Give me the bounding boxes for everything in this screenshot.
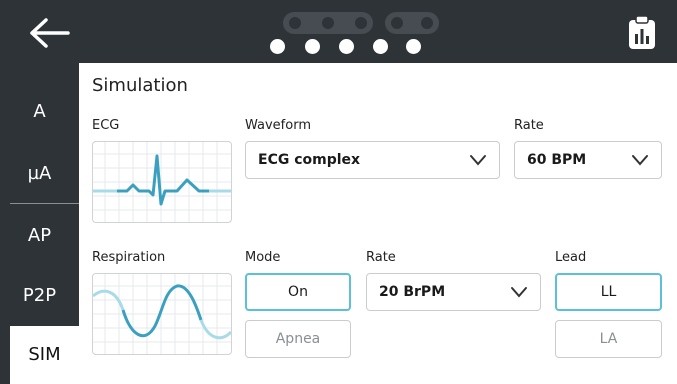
- waveform-value: ECG complex: [258, 152, 361, 168]
- lead-ll-button[interactable]: LL: [555, 273, 662, 311]
- mode-apnea-button[interactable]: Apnea: [245, 320, 351, 358]
- mode-label: Mode: [245, 250, 281, 265]
- chevron-down-icon: [470, 155, 486, 166]
- back-arrow-icon[interactable]: [28, 16, 72, 50]
- page-dot-small: [391, 17, 403, 29]
- chevron-down-icon: [511, 287, 527, 298]
- lead-la-button[interactable]: LA: [555, 320, 662, 358]
- sidebar-item-a[interactable]: A: [0, 101, 79, 122]
- waveform-select[interactable]: ECG complex: [245, 141, 500, 179]
- page-dot[interactable]: [305, 39, 320, 54]
- page-dot-small: [421, 17, 433, 29]
- sidebar-item-ap[interactable]: AP: [0, 225, 79, 246]
- page-dot-small: [322, 17, 334, 29]
- page-dot-small: [355, 17, 367, 29]
- lead-label: Lead: [555, 250, 587, 265]
- resp-rate-value: 20 BrPM: [379, 284, 446, 300]
- ecg-label: ECG: [92, 118, 120, 133]
- respiration-label: Respiration: [92, 250, 166, 265]
- sidebar-item-p2p[interactable]: P2P: [0, 285, 79, 306]
- waveform-label: Waveform: [245, 118, 311, 133]
- page-dot[interactable]: [373, 39, 388, 54]
- page-dot-small: [289, 17, 301, 29]
- resp-rate-label: Rate: [366, 250, 396, 265]
- ecg-rate-value: 60 BPM: [527, 152, 587, 168]
- ecg-rate-label: Rate: [514, 118, 544, 133]
- page-indicator: [265, 10, 439, 60]
- page-dot[interactable]: [270, 39, 285, 54]
- page-dot[interactable]: [406, 39, 421, 54]
- ecg-waveform-icon: [93, 142, 231, 222]
- page-dot[interactable]: [339, 39, 354, 54]
- top-bar: [0, 0, 677, 63]
- sidebar-divider: [10, 203, 79, 204]
- sidebar: A µA AP P2P SIM: [0, 63, 79, 384]
- resp-rate-select[interactable]: 20 BrPM: [366, 273, 541, 311]
- page-title: Simulation: [92, 75, 188, 96]
- chevron-down-icon: [632, 155, 648, 166]
- sidebar-item-sim[interactable]: SIM: [10, 326, 79, 384]
- respiration-waveform-icon: [93, 274, 231, 354]
- clipboard-chart-icon[interactable]: [628, 16, 656, 50]
- ecg-rate-select[interactable]: 60 BPM: [514, 141, 662, 179]
- mode-on-button[interactable]: On: [245, 273, 351, 311]
- sidebar-item-ua[interactable]: µA: [0, 163, 79, 184]
- ecg-preview: [92, 141, 232, 223]
- respiration-preview: [92, 273, 232, 355]
